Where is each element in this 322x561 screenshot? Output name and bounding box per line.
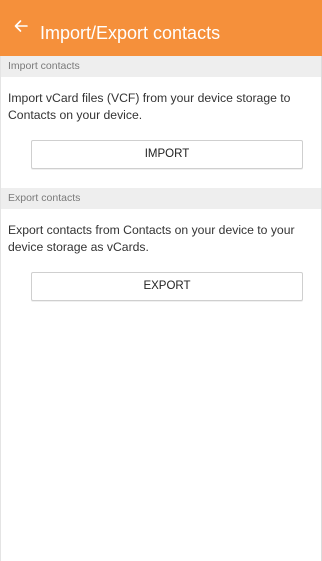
arrow-left-icon[interactable] bbox=[13, 18, 29, 34]
import-export-screen: Import/Export contacts Import contacts I… bbox=[0, 0, 322, 561]
export-button[interactable]: EXPORT bbox=[31, 272, 303, 301]
app-bar: Import/Export contacts bbox=[0, 0, 322, 56]
left-divider bbox=[0, 56, 1, 561]
import-button[interactable]: IMPORT bbox=[31, 140, 303, 169]
import-section-header: Import contacts bbox=[0, 56, 322, 77]
export-description: Export contacts from Contacts on your de… bbox=[8, 223, 295, 254]
page-title: Import/Export contacts bbox=[40, 23, 221, 43]
import-description: Import vCard files (VCF) from your devic… bbox=[8, 91, 291, 122]
export-section-header: Export contacts bbox=[0, 188, 322, 209]
